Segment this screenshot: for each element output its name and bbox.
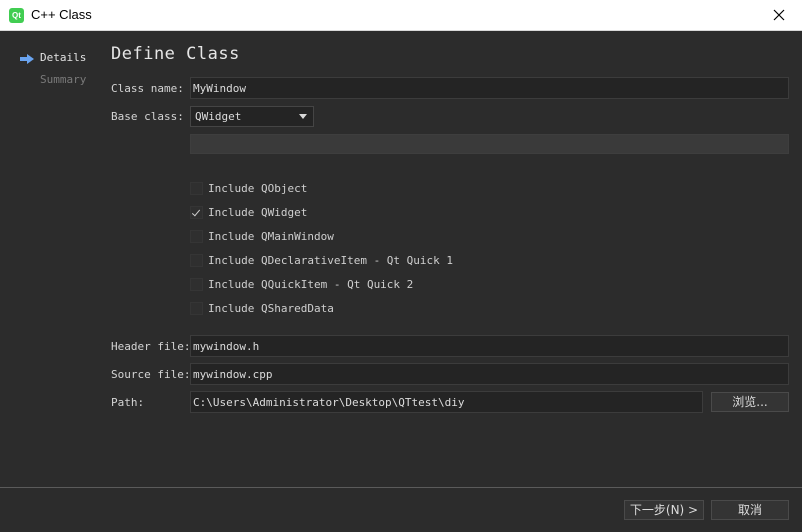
base-class-label: Base class: — [111, 110, 184, 123]
chevron-down-icon — [299, 114, 307, 119]
include-qdeclarativeitem-checkbox[interactable]: Include QDeclarativeItem - Qt Quick 1 — [190, 253, 453, 267]
title-bar: Qt C++ Class — [0, 0, 802, 31]
window-title: C++ Class — [31, 7, 92, 22]
cancel-button[interactable]: 取消 — [711, 500, 789, 520]
page-title: Define Class — [111, 44, 240, 64]
path-input[interactable] — [190, 391, 703, 413]
current-step-arrow-icon — [20, 54, 34, 64]
checkbox-label: Include QSharedData — [208, 301, 334, 315]
checkbox-label: Include QObject — [208, 181, 308, 195]
close-icon — [773, 9, 785, 21]
checkbox-box[interactable] — [190, 181, 203, 195]
checkbox-box-checked[interactable] — [190, 205, 203, 219]
include-qmainwindow-checkbox[interactable]: Include QMainWindow — [190, 229, 334, 243]
include-qobject-checkbox[interactable]: Include QObject — [190, 181, 307, 195]
path-label: Path: — [111, 396, 145, 409]
checkbox-label: Include QWidget — [208, 205, 308, 219]
browse-button[interactable]: 浏览... — [711, 392, 789, 412]
class-name-label: Class name: — [111, 82, 184, 95]
checkbox-label: Include QQuickItem - Qt Quick 2 — [208, 277, 414, 291]
footer-divider — [0, 487, 802, 488]
close-button[interactable] — [756, 0, 802, 30]
qt-app-icon: Qt — [9, 8, 24, 23]
header-file-input[interactable] — [190, 335, 789, 357]
class-name-input[interactable] — [190, 77, 789, 99]
base-class-selected-value: QWidget — [195, 110, 242, 123]
include-qwidget-checkbox[interactable]: Include QWidget — [190, 205, 307, 219]
include-qshareddata-checkbox[interactable]: Include QSharedData — [190, 301, 334, 315]
disabled-type-field — [190, 134, 789, 154]
base-class-dropdown[interactable]: QWidget — [190, 106, 314, 127]
checkbox-label: Include QDeclarativeItem - Qt Quick 1 — [208, 253, 454, 267]
header-file-label: Header file: — [111, 340, 191, 353]
wizard-steps-sidebar: Details Summary — [0, 31, 100, 487]
sidebar-item-summary: Summary — [40, 73, 87, 86]
source-file-label: Source file: — [111, 368, 191, 381]
checkbox-label: Include QMainWindow — [208, 229, 334, 243]
include-qquickitem-checkbox[interactable]: Include QQuickItem - Qt Quick 2 — [190, 277, 413, 291]
sidebar-item-details: Details — [40, 51, 87, 64]
next-button[interactable]: 下一步(N) > — [624, 500, 704, 520]
checkbox-box[interactable] — [190, 301, 203, 315]
checkbox-box[interactable] — [190, 277, 203, 291]
checkbox-box[interactable] — [190, 253, 203, 267]
checkbox-box[interactable] — [190, 229, 203, 243]
source-file-input[interactable] — [190, 363, 789, 385]
